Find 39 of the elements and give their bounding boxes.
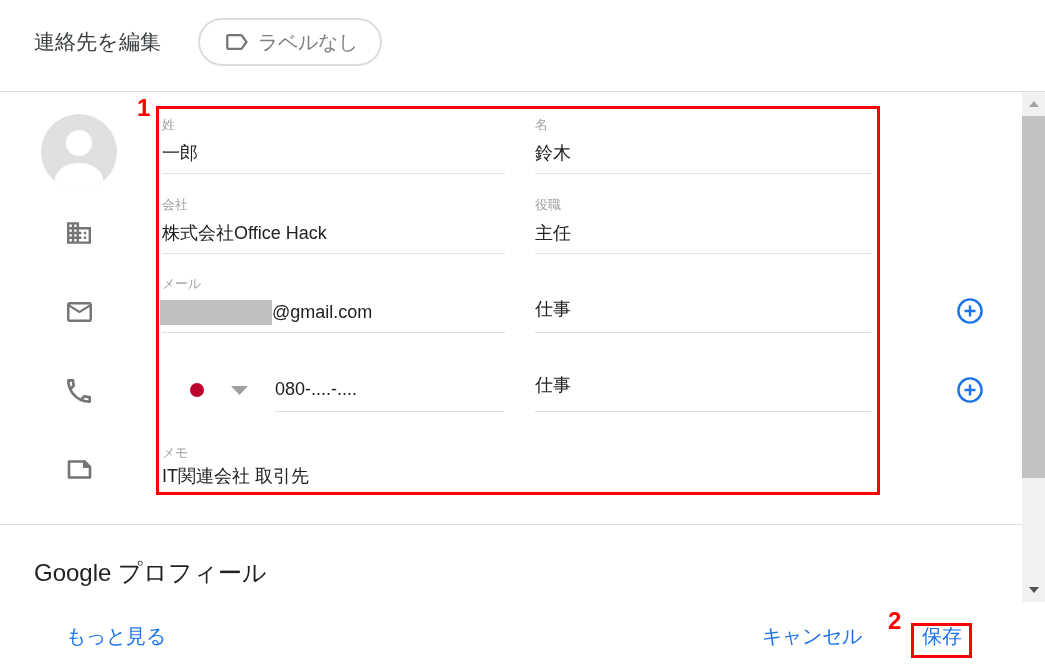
note-field[interactable]: IT関連会社 取引先 [162, 464, 862, 490]
field-label: 名 [535, 117, 549, 133]
tag-icon [226, 34, 248, 50]
phone-icon [67, 379, 91, 403]
mail-icon [66, 302, 92, 322]
building-icon [67, 222, 91, 244]
annotation-number: 2 [888, 607, 902, 635]
save-button[interactable]: 保存 [918, 622, 966, 650]
field-label: 会社 [162, 197, 189, 213]
scroll-down-icon[interactable] [1028, 587, 1039, 593]
avatar-icon [41, 114, 117, 190]
text-field[interactable]: 鈴木 [535, 140, 871, 174]
plus-circle-icon [957, 377, 983, 403]
plus-circle-icon [957, 298, 983, 324]
add-button[interactable] [956, 297, 984, 325]
note-icon [66, 458, 92, 480]
text-field[interactable]: 主任 [535, 220, 871, 254]
phone-field[interactable]: 080-....-.... [275, 375, 504, 412]
email-field[interactable]: @gmail.com [162, 299, 505, 333]
annotation-number: 1 [137, 94, 151, 122]
scrollbar-thumb[interactable] [1022, 116, 1045, 478]
type-dropdown[interactable]: 仕事 [535, 296, 871, 333]
text-field[interactable]: 株式会社Office Hack [162, 220, 505, 254]
cancel-button[interactable]: キャンセル [758, 622, 866, 650]
type-dropdown[interactable]: 仕事 [535, 372, 871, 412]
field-label: 姓 [162, 117, 176, 133]
page-title: 連絡先を編集 [34, 29, 161, 55]
section-heading: Google プロフィール [34, 558, 269, 588]
annotation-frame [911, 623, 972, 658]
scrollbar[interactable] [1022, 92, 1045, 602]
more-link[interactable]: もっと見る [62, 622, 170, 650]
caret-icon [231, 385, 248, 395]
field-label: メール [162, 276, 202, 292]
dot-icon [190, 383, 204, 397]
add-button[interactable] [956, 376, 984, 404]
field-label: 役職 [535, 197, 562, 213]
field-label: メモ [162, 445, 189, 461]
label-chip[interactable]: ラベルなし [198, 18, 382, 66]
text-field[interactable]: 一郎 [162, 140, 505, 174]
